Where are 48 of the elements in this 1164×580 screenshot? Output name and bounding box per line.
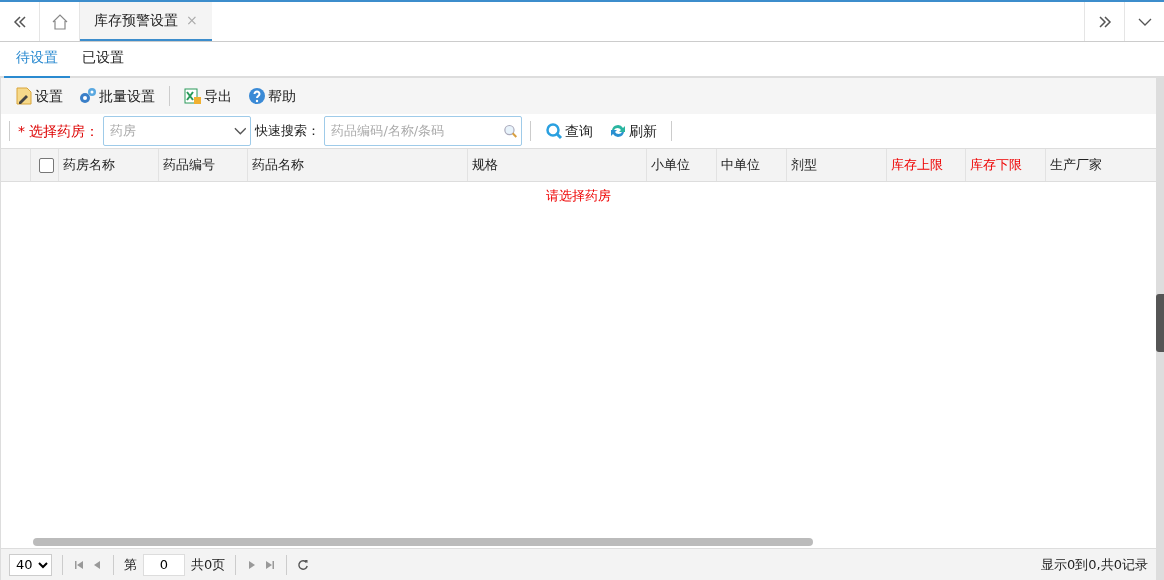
search-icon	[502, 123, 518, 139]
first-page-icon[interactable]	[73, 558, 85, 571]
horizontal-scrollbar[interactable]	[33, 538, 813, 546]
chevron-down-icon	[1137, 16, 1152, 27]
page-size-select[interactable]: 40	[9, 553, 52, 576]
column-header[interactable]: 药品编号	[158, 149, 249, 181]
column-header[interactable]: 小单位	[647, 149, 718, 181]
double-chevron-left-icon	[12, 14, 27, 29]
tab[interactable]: 已设置	[70, 47, 136, 78]
page-tab[interactable]: 库存预警设置 ×	[80, 2, 212, 41]
column-header[interactable]: 规格	[467, 149, 648, 181]
toolbar-button[interactable]: 查询	[539, 118, 600, 144]
column-header[interactable]: 剂型	[786, 149, 887, 181]
pharmacy-select[interactable]: 药房	[103, 116, 252, 146]
column-header[interactable]: 中单位	[717, 149, 787, 181]
toolbar-button[interactable]: 帮助	[242, 83, 302, 109]
search-icon	[545, 122, 564, 140]
toolbar-button[interactable]: 设置	[9, 83, 69, 109]
page-label: 第	[124, 555, 137, 574]
home-icon	[50, 13, 69, 30]
page-count: 共0页	[191, 555, 226, 574]
column-header[interactable]: 药品名称	[248, 149, 468, 181]
search-field[interactable]: 药品编码/名称/条码	[324, 116, 523, 146]
field-label: * 选择药房：	[18, 121, 100, 141]
field-label: 快速搜索：	[255, 122, 321, 141]
gears-icon	[79, 87, 97, 105]
toolbar-button[interactable]: 导出	[178, 83, 238, 109]
record-summary: 显示0到0,共0记录	[1041, 555, 1148, 574]
refresh-icon[interactable]	[297, 558, 310, 571]
empty-message: 请选择药房	[545, 187, 612, 205]
page-number-field[interactable]: 0	[143, 553, 185, 576]
column-header[interactable]: 库存下限	[966, 149, 1047, 181]
chevron-down-icon	[233, 126, 247, 136]
help-icon	[248, 87, 266, 105]
column-header[interactable]: 生产厂家	[1046, 149, 1156, 181]
toolbar-button[interactable]: 刷新	[603, 118, 664, 144]
spreadsheet-icon	[184, 87, 202, 105]
refresh-icon	[609, 122, 628, 140]
edit-icon	[15, 87, 33, 105]
column-header[interactable]: 药房名称	[58, 149, 159, 181]
search-input[interactable]: 药品编码/名称/条码	[329, 120, 503, 142]
select-all-checkbox[interactable]	[38, 157, 54, 173]
last-page-icon[interactable]	[264, 558, 277, 571]
pharmacy-input[interactable]: 药房	[108, 120, 234, 142]
side-panel-handle[interactable]	[1156, 294, 1164, 352]
double-chevron-right-icon	[1097, 14, 1112, 29]
column-header[interactable]: 库存上限	[886, 149, 967, 181]
toolbar-button[interactable]: 批量设置	[73, 83, 161, 109]
